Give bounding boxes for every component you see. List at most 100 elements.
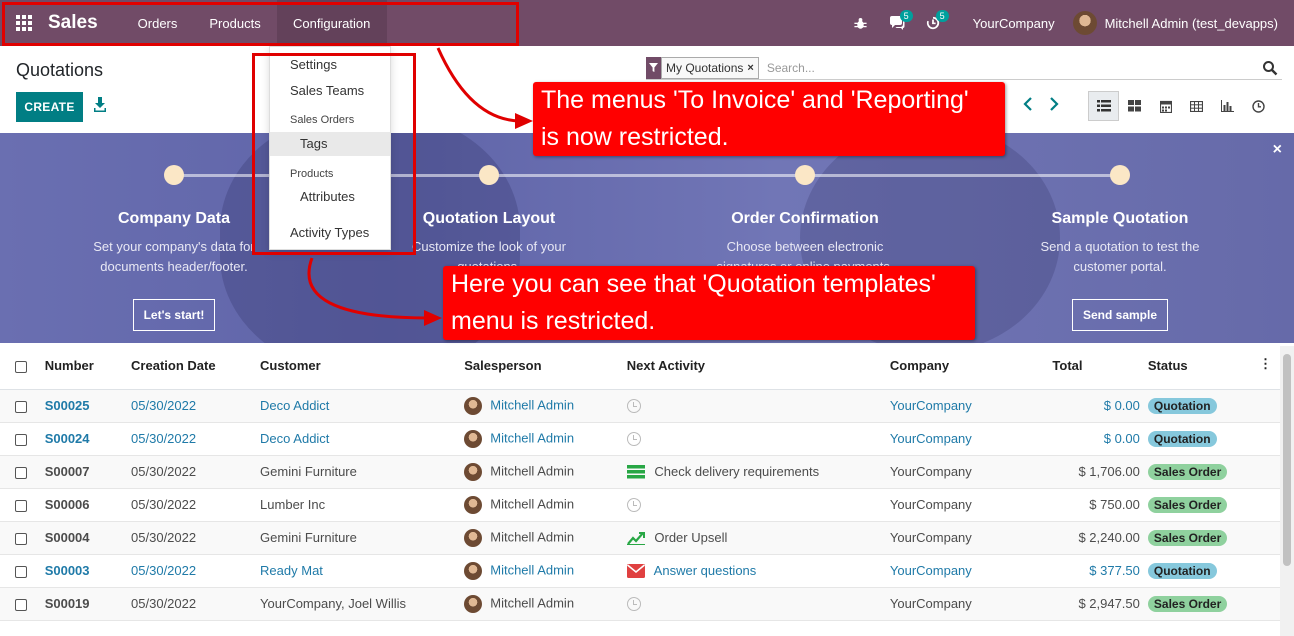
status-badge: Sales Order: [1147, 529, 1228, 546]
order-number[interactable]: S00003: [44, 554, 132, 588]
column-status-label: Status: [1147, 358, 1188, 374]
total: $ 750.00: [1052, 488, 1148, 522]
order-number[interactable]: S00004: [44, 521, 132, 555]
activity-clock-icon[interactable]: [626, 432, 641, 447]
customer: Lumber Inc: [260, 488, 465, 522]
optional-columns-icon[interactable]: ⋮: [1259, 356, 1272, 372]
customer: Gemini Furniture: [260, 521, 465, 555]
creation-date: 05/30/2022: [131, 389, 261, 423]
customer: YourCompany, Joel Willis: [260, 587, 465, 621]
column-number[interactable]: Number: [44, 343, 132, 390]
salesperson: Mitchell Admin: [490, 495, 575, 511]
callout-text: menu is restricted.: [451, 307, 656, 335]
row-checkbox[interactable]: [15, 532, 27, 545]
activity-summary: Answer questions: [653, 562, 757, 578]
creation-date: 05/30/2022: [131, 422, 261, 456]
customer: Deco Addict: [260, 389, 465, 423]
status-badge: Quotation: [1147, 562, 1217, 579]
table-row[interactable]: S00007 05/30/2022 Gemini Furniture Mitch…: [0, 455, 1280, 489]
total: $ 377.50: [1052, 554, 1148, 588]
row-checkbox[interactable]: [15, 598, 27, 611]
vertical-scrollbar[interactable]: [1280, 346, 1294, 636]
callout-quotation-templates: Here you can see that 'Quotation templat…: [443, 266, 975, 340]
company: YourCompany: [889, 521, 1053, 555]
company: YourCompany: [889, 455, 1053, 489]
row-checkbox[interactable]: [15, 400, 27, 413]
callout-text: is now restricted.: [541, 123, 729, 151]
salesperson: Mitchell Admin: [490, 594, 575, 610]
activity-clock-icon[interactable]: [626, 597, 641, 612]
order-number[interactable]: S00006: [44, 488, 132, 522]
row-checkbox[interactable]: [15, 466, 27, 479]
creation-date: 05/30/2022: [131, 554, 261, 588]
salesperson: Mitchell Admin: [490, 429, 575, 445]
status-badge: Sales Order: [1147, 595, 1228, 612]
column-status[interactable]: Status ⋮: [1147, 343, 1280, 390]
creation-date: 05/30/2022: [131, 521, 261, 555]
upsell-chart-icon[interactable]: [626, 531, 645, 546]
company: YourCompany: [889, 422, 1053, 456]
row-checkbox[interactable]: [15, 565, 27, 578]
creation-date: 05/30/2022: [131, 488, 261, 522]
column-creation-date[interactable]: Creation Date: [131, 343, 261, 390]
company: YourCompany: [889, 389, 1053, 423]
column-customer[interactable]: Customer: [260, 343, 465, 390]
order-number[interactable]: S00024: [44, 422, 132, 456]
creation-date: 05/30/2022: [131, 455, 261, 489]
salesperson-avatar: [464, 462, 483, 481]
total: $ 1,706.00: [1052, 455, 1148, 489]
customer: Deco Addict: [260, 422, 465, 456]
salesperson: Mitchell Admin: [490, 528, 575, 544]
customer: Gemini Furniture: [260, 455, 465, 489]
customer: Ready Mat: [260, 554, 465, 588]
total: $ 2,240.00: [1052, 521, 1148, 555]
total: $ 0.00: [1052, 389, 1148, 423]
table-row[interactable]: S00006 05/30/2022 Lumber Inc Mitchell Ad…: [0, 488, 1280, 522]
order-number[interactable]: S00025: [44, 389, 132, 423]
status-badge: Quotation: [1147, 397, 1217, 414]
salesperson-avatar: [464, 594, 483, 613]
table-header-row: Number Creation Date Customer Salesperso…: [0, 343, 1280, 390]
salesperson: Mitchell Admin: [490, 561, 575, 577]
total: $ 2,947.50: [1052, 587, 1148, 621]
salesperson-avatar: [464, 561, 483, 580]
company: YourCompany: [889, 488, 1053, 522]
select-all-checkbox-cell[interactable]: [0, 343, 45, 390]
order-number[interactable]: S00019: [44, 587, 132, 621]
activity-clock-icon[interactable]: [626, 498, 641, 513]
todo-list-icon[interactable]: [626, 465, 645, 479]
activity-summary: Order Upsell: [654, 529, 728, 545]
table-row[interactable]: S00003 05/30/2022 Ready Mat Mitchell Adm…: [0, 554, 1280, 588]
envelope-icon[interactable]: [626, 564, 645, 579]
select-all-checkbox[interactable]: [15, 360, 27, 373]
salesperson-avatar: [464, 528, 483, 547]
table-row[interactable]: S00024 05/30/2022 Deco Addict Mitchell A…: [0, 422, 1280, 456]
total: $ 0.00: [1052, 422, 1148, 456]
salesperson-avatar: [464, 429, 483, 448]
salesperson: Mitchell Admin: [490, 462, 575, 478]
order-number[interactable]: S00007: [44, 455, 132, 489]
callout-text: Here you can see that 'Quotation templat…: [451, 270, 936, 298]
column-next-activity[interactable]: Next Activity: [626, 343, 890, 390]
status-badge: Sales Order: [1147, 496, 1228, 513]
status-badge: Sales Order: [1147, 463, 1228, 480]
salesperson-avatar: [464, 495, 483, 514]
activity-clock-icon[interactable]: [626, 399, 641, 414]
row-checkbox[interactable]: [15, 499, 27, 512]
column-total[interactable]: Total: [1052, 343, 1148, 390]
table-row[interactable]: S00004 05/30/2022 Gemini Furniture Mitch…: [0, 521, 1280, 555]
column-company[interactable]: Company: [889, 343, 1053, 390]
callout-text: The menus 'To Invoice' and 'Reporting': [541, 86, 969, 114]
quotations-table: Number Creation Date Customer Salesperso…: [0, 343, 1280, 621]
column-salesperson[interactable]: Salesperson: [464, 343, 627, 390]
salesperson: Mitchell Admin: [490, 396, 575, 412]
activity-summary: Check delivery requirements: [654, 463, 820, 479]
creation-date: 05/30/2022: [131, 587, 261, 621]
company: YourCompany: [889, 587, 1053, 621]
status-badge: Quotation: [1147, 430, 1217, 447]
table-row[interactable]: S00019 05/30/2022 YourCompany, Joel Will…: [0, 587, 1280, 621]
company: YourCompany: [889, 554, 1053, 588]
scrollbar-thumb[interactable]: [1283, 354, 1291, 566]
row-checkbox[interactable]: [15, 433, 27, 446]
table-row[interactable]: S00025 05/30/2022 Deco Addict Mitchell A…: [0, 389, 1280, 423]
